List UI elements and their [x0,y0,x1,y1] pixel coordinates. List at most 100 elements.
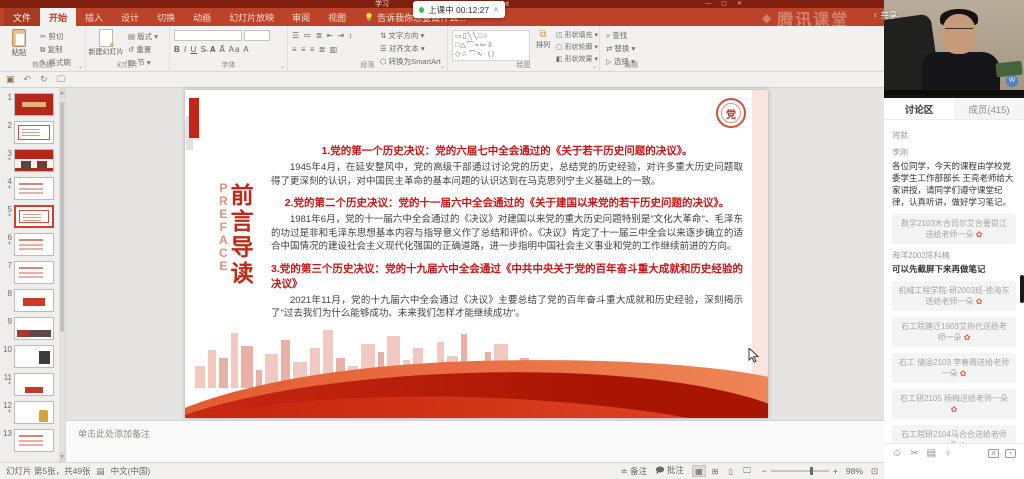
slide-sorter-icon[interactable]: ⊞ [708,465,722,477]
slide-thumbnail-7[interactable] [14,261,54,284]
slide-thumbnail-13[interactable] [14,429,54,452]
arrange-button[interactable]: ⧉ 排列 [532,29,554,50]
align-text-button[interactable]: ☰ 对齐文本 ▾ [380,43,441,54]
font-size-input[interactable] [244,30,270,41]
reset-button[interactable]: ↺ 重置 [128,44,158,55]
comments-toggle[interactable]: 🗩 批注 [655,464,684,479]
ribbon-tab-3[interactable]: 设计 [112,8,148,26]
chat-scrollbar-thumb[interactable] [1020,275,1024,303]
cut-button[interactable]: ✂ 剪切 [40,31,71,42]
thumbnail-scrollbar[interactable]: ▲ ▼ [59,88,65,462]
ribbon-tab-5[interactable]: 动画 [184,8,220,26]
align-buttons[interactable]: ≡ ≡ ≡ ≣ ▥ [292,45,338,54]
mic-icon[interactable]: ♀ [944,448,952,459]
scrollbar-thumb[interactable] [60,102,64,332]
slide-number-status[interactable]: 幻灯片 第5张，共49张 [6,465,91,477]
group-paragraph: ☰ ≔ ≣ ⇤ ⇥ ↕ ≡ ≡ ≡ ≣ ▥ ⇅ 文字方向 ▾ ☰ 对齐文本 ▾ … [288,26,448,71]
zoom-out-icon[interactable]: − [762,466,767,476]
paste-button[interactable]: 粘贴 [2,29,36,58]
slide-thumbnail-2[interactable] [14,121,54,144]
notes-pane[interactable]: 单击此处添加备注 [66,420,884,462]
scroll-up-icon[interactable]: ▲ [59,88,65,98]
list-buttons[interactable]: ☰ ≔ ≣ ⇤ ⇥ ↕ [292,31,353,40]
layout-button[interactable]: ▤ 版式 ▾ [128,31,158,42]
collapse-pill-icon[interactable]: ∧ [493,5,499,14]
slide-thumbnail-9[interactable] [14,317,54,340]
zoom-slider[interactable]: − + [762,466,838,476]
share-button[interactable]: ♀ 共享 [872,9,897,21]
slide-thumbnail-1[interactable] [14,93,54,116]
ribbon-tab-0[interactable]: 文件 [4,8,40,26]
slideshow-view-icon[interactable]: 🖵 [740,465,754,477]
language-status[interactable]: 中文(中国) [111,465,151,477]
dialog-launcher-icon[interactable]: ⌄ [440,63,445,70]
panel-tabs: 讨论区成员(415) [884,95,1024,120]
ribbon-tab-6[interactable]: 幻灯片放映 [220,8,283,26]
font-name-input[interactable] [174,30,242,41]
thumbnail-row: 13 [2,429,63,452]
teacher-webcam-video[interactable]: W [884,0,1024,95]
text-direction-button[interactable]: ⇅ 文字方向 ▾ [380,30,441,41]
slide-thumbnail-5[interactable] [14,205,54,228]
fit-to-window-icon[interactable]: ⊡ [871,466,878,477]
minimize-icon[interactable]: — [705,0,711,8]
ribbon-tab-1[interactable]: 开始 [40,8,76,26]
replace-button[interactable]: ⇄ 替换 ▾ [606,43,635,54]
dialog-launcher-icon[interactable]: ⌄ [592,63,597,70]
notes-toggle[interactable]: ≐ 备注 [621,465,648,477]
spellcheck-icon[interactable]: ▤ [97,466,105,477]
reading-view-icon[interactable]: ▯ [724,465,738,477]
slide-thumbnail-10[interactable] [14,345,54,368]
gift-message: 石工院研2104马合合送给老师一朵 ✿ [892,425,1016,443]
image-icon[interactable]: ▤ [927,448,936,459]
chat-username: 海洋2002陈科楠 [892,250,1016,261]
class-status-pill[interactable]: 上课中 00:12:27 ∧ [413,1,505,18]
redo-icon[interactable]: ↻ [40,74,48,85]
dialog-launcher-icon[interactable]: ⌄ [280,63,285,70]
zoom-in-icon[interactable]: + [833,466,838,476]
slide-heading-1: 1.党的第一个历史决议：党的六届七中全会通过的《关于若干历史问题的决议》。 [271,144,743,159]
shape-outline-button[interactable]: ▢ 形状轮廓 ▾ [556,42,598,52]
screenshot-icon[interactable]: ✂ [910,448,918,459]
quick-access-toolbar: ▣ ↶ ↻ 🖵 [0,72,884,88]
ribbon-tab-8[interactable]: 视图 [319,8,355,26]
start-slideshow-icon[interactable]: 🖵 [57,74,66,85]
shapes-gallery[interactable]: ▭▯╲╲□○□△⌒⌁⇦⇩◇☆⌒∿（） [452,30,530,61]
answer-card-icon[interactable]: ≣ [988,449,999,458]
normal-view-icon[interactable]: ▦ [692,465,706,477]
party-emblem-icon: 党 [716,98,746,128]
slide-thumbnail-4[interactable] [14,177,54,200]
flower-icon: ✿ [951,405,958,414]
scroll-down-icon[interactable]: ▼ [59,452,65,462]
slide-thumbnail-8[interactable] [14,289,54,312]
font-format-buttons[interactable]: B I U S̶ 𝐀 A⃗ Aa A [174,45,250,55]
danmaku-icon[interactable]: • [1005,449,1016,458]
slide-thumbnail-3[interactable] [14,149,54,172]
slide-thumbnail-12[interactable] [14,401,54,424]
zoom-percent[interactable]: 98% [846,466,863,476]
ribbon-tab-4[interactable]: 切换 [148,8,184,26]
chat-input[interactable] [884,463,1024,479]
ribbon-tab-7[interactable]: 审阅 [283,8,319,26]
undo-icon[interactable]: ↶ [24,74,32,85]
panel-tab-discussion[interactable]: 讨论区 [884,98,954,119]
slide-thumbnail-11[interactable] [14,373,54,396]
panel-tab-members[interactable]: 成员(415) [954,98,1024,119]
new-slide-button[interactable]: 新建幻灯片 [87,29,125,57]
find-button[interactable]: ⌕ 查找 [606,30,635,41]
save-icon[interactable]: ▣ [6,74,15,85]
shape-fill-button[interactable]: ◰ 形状填充 ▾ [556,30,598,40]
copy-button[interactable]: ⧉ 复制 [40,44,71,55]
current-slide[interactable]: 党 PREFACE 前言导读 1.党的第一个历史决议：党的六届七中全会通过的《关… [185,90,768,418]
close-icon[interactable]: ✕ [737,0,742,8]
ribbon-tab-2[interactable]: 插入 [76,8,112,26]
slide-thumbnail-6[interactable] [14,233,54,256]
maximize-icon[interactable]: ▢ [721,0,727,8]
thumbnail-number: 12✶ [2,401,14,415]
vertical-subtitle-preface: PREFACE [219,182,228,286]
zoom-thumb[interactable] [810,467,813,475]
dialog-launcher-icon[interactable]: ⌄ [78,63,83,70]
emoji-icon[interactable]: ☺ [892,448,902,459]
notes-placeholder[interactable]: 单击此处添加备注 [78,427,150,440]
person-icon: ♀ [872,10,878,20]
